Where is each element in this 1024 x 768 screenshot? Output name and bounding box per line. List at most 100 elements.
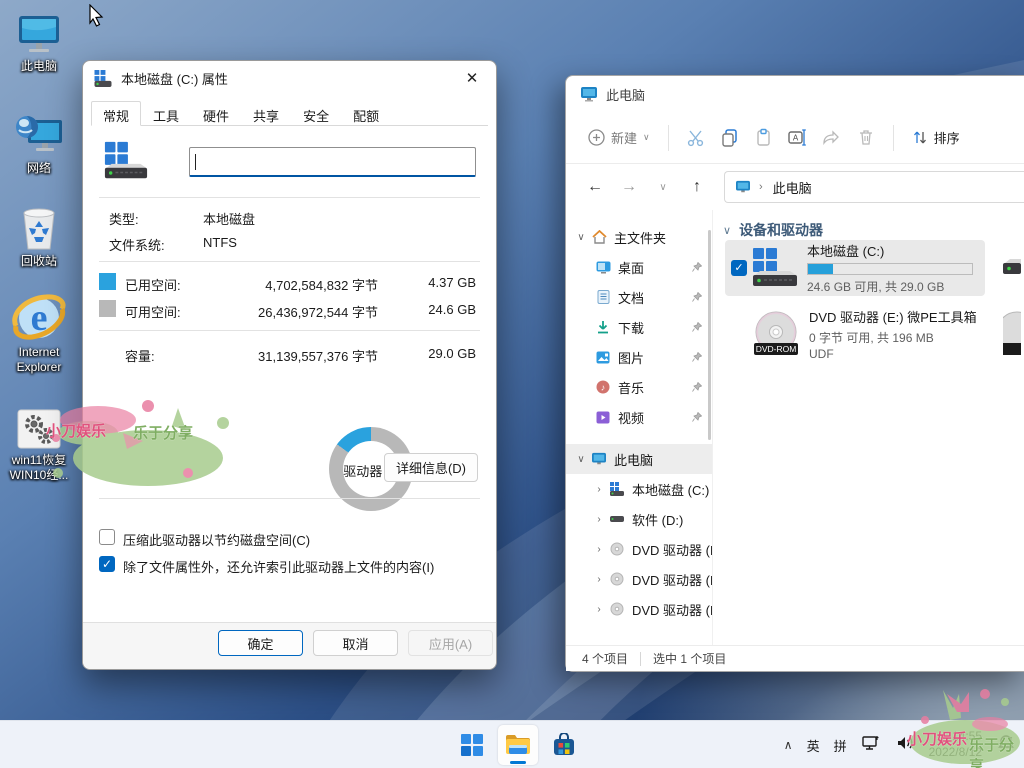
tree-item-documents[interactable]: 文档 (566, 282, 712, 312)
chevron-down-icon[interactable]: ∨ (574, 232, 588, 243)
tab-tools[interactable]: 工具 (141, 101, 191, 125)
recycle-bin-icon (0, 205, 78, 251)
tree-item-label: 桌面 (618, 258, 644, 277)
pin-icon (692, 290, 702, 305)
tree-item-home[interactable]: ∨ 主文件夹 (566, 222, 712, 252)
back-button[interactable]: ← (582, 178, 608, 196)
tray-chevron-up-icon[interactable]: ∧ (784, 738, 793, 752)
desktop-icon-win11-restore[interactable]: win11恢复 WIN10经... (0, 404, 78, 483)
tab-security[interactable]: 安全 (291, 101, 341, 125)
taskbar-microsoft-store[interactable] (544, 725, 584, 765)
tree-item-drive-d[interactable]: › 软件 (D:) (566, 504, 712, 534)
history-dropdown-button[interactable]: ∨ (650, 182, 676, 193)
ime-mode-button[interactable]: 拼 (834, 736, 847, 755)
tab-label: 配额 (353, 109, 379, 124)
capacity-bar (807, 263, 973, 275)
taskbar-clock[interactable]: 14:55 2022/8/12 (929, 729, 982, 760)
tree-item-desktop[interactable]: 桌面 (566, 252, 712, 282)
free-space-swatch (99, 300, 116, 317)
tree-item-pictures[interactable]: 图片 (566, 342, 712, 372)
copy-button[interactable] (713, 123, 747, 153)
forward-button[interactable]: → (616, 178, 642, 196)
this-pc-small-icon (590, 451, 608, 467)
drive-tile-e[interactable]: DVD-ROM DVD 驱动器 (E:) 微PE工具箱 0 字节 可用, 共 1… (725, 306, 985, 362)
chevron-right-icon[interactable]: › (592, 604, 606, 615)
ime-language-button[interactable]: 英 (807, 736, 820, 755)
desktop-icon-this-pc[interactable]: 此电脑 (0, 10, 78, 74)
tree-item-dvd-last[interactable]: › DVD 驱动器 (F:) (566, 594, 712, 624)
dialog-titlebar[interactable]: 本地磁盘 (C:) 属性 ✕ (83, 61, 496, 95)
desktop-icon-network[interactable]: 网络 (0, 112, 78, 176)
chevron-right-icon[interactable]: › (592, 514, 606, 525)
volume-label-input[interactable] (189, 147, 476, 177)
volume-icon[interactable] (895, 734, 915, 757)
divider (99, 498, 480, 499)
tab-general[interactable]: 常规 (91, 101, 141, 126)
address-bar[interactable]: › 此电脑 (724, 171, 1024, 203)
cut-button[interactable] (679, 123, 713, 153)
delete-button[interactable] (849, 123, 883, 153)
tree-item-this-pc[interactable]: ∨ 此电脑 (566, 444, 712, 474)
share-icon (822, 128, 841, 147)
tree-item-dvd-f[interactable]: › DVD 驱动器 (F:) (566, 564, 712, 594)
desktop-icon-internet-explorer[interactable]: e Internet Explorer (0, 296, 78, 375)
start-button[interactable] (452, 725, 492, 765)
details-button[interactable]: 详细信息(D) (384, 453, 478, 482)
navpane-scrollbar[interactable] (708, 230, 711, 440)
chevron-right-icon[interactable]: › (592, 574, 606, 585)
explorer-titlebar[interactable]: 此电脑 (566, 76, 1024, 112)
new-button[interactable]: 新建 ∨ (580, 122, 658, 153)
close-button[interactable]: ✕ (452, 63, 492, 93)
gears-icon (0, 404, 78, 450)
tree-item-label: 本地磁盘 (C:) (632, 480, 709, 499)
tab-hardware[interactable]: 硬件 (191, 101, 241, 125)
chevron-right-icon[interactable]: › (592, 484, 606, 495)
drive-icon (608, 511, 626, 527)
svg-text:♪: ♪ (601, 383, 606, 393)
drive-detail: 24.6 GB 可用, 共 29.0 GB (807, 278, 973, 295)
cancel-button[interactable]: 取消 (313, 630, 398, 656)
rename-button[interactable]: A (781, 123, 815, 153)
sort-button[interactable]: 排序 (904, 122, 968, 153)
tab-quota[interactable]: 配额 (341, 101, 391, 125)
used-space-swatch (99, 273, 116, 290)
tree-item-music[interactable]: ♪ 音乐 (566, 372, 712, 402)
share-button[interactable] (815, 123, 849, 153)
group-header-devices[interactable]: ∨ 设备和驱动器 (723, 220, 1024, 240)
selected-checkbox[interactable]: ✓ (731, 260, 747, 276)
desktop-folder-icon (594, 259, 612, 275)
paste-button[interactable] (747, 123, 781, 153)
network-icon[interactable] (861, 734, 881, 757)
explorer-status-bar: 4 个项目 选中 1 个项目 (566, 645, 1024, 671)
chevron-down-icon[interactable]: ∨ (574, 454, 588, 465)
taskbar-file-explorer[interactable] (498, 725, 538, 765)
tree-item-drive-c[interactable]: › 本地磁盘 (C:) (566, 474, 712, 504)
details-button-label: 详细信息(D) (396, 458, 466, 477)
ok-button[interactable]: 确定 (218, 630, 303, 656)
cut-icon (686, 128, 705, 147)
desktop-icon-recycle-bin[interactable]: 回收站 (0, 205, 78, 269)
explorer-navigation-row: ← → ∨ ↑ › 此电脑 (566, 164, 1024, 210)
drive-tile-c[interactable]: ✓ 本地磁盘 (C:) 24.6 GB 可用, 共 29.0 GB (725, 240, 985, 296)
close-icon: ✕ (466, 69, 479, 87)
apply-button[interactable]: 应用(A) (408, 630, 493, 656)
music-icon: ♪ (594, 379, 612, 395)
tree-item-dvd-e[interactable]: › DVD 驱动器 (E:) (566, 534, 712, 564)
tab-sharing[interactable]: 共享 (241, 101, 291, 125)
system-tray: ∧ 英 拼 14:55 2022/8/12 z (784, 721, 1016, 768)
up-button[interactable]: ↑ (684, 178, 710, 196)
compress-checkbox[interactable] (99, 529, 115, 545)
tree-item-videos[interactable]: 视频 (566, 402, 712, 432)
capacity-label: 容量: (125, 346, 155, 365)
tree-item-label: 软件 (D:) (632, 510, 683, 529)
tree-item-label: DVD 驱动器 (F:) (632, 600, 712, 619)
index-checkbox[interactable]: ✓ (99, 556, 115, 572)
breadcrumb-this-pc[interactable]: 此电脑 (773, 178, 812, 197)
notification-bell-icon[interactable]: z (996, 733, 1016, 758)
tree-item-downloads[interactable]: 下载 (566, 312, 712, 342)
microsoft-store-icon (552, 733, 576, 757)
desktop-icon-label: 此电脑 (0, 59, 78, 74)
text-caret (195, 154, 196, 170)
chevron-right-icon[interactable]: › (592, 544, 606, 555)
chevron-down-icon: ∨ (643, 132, 650, 143)
